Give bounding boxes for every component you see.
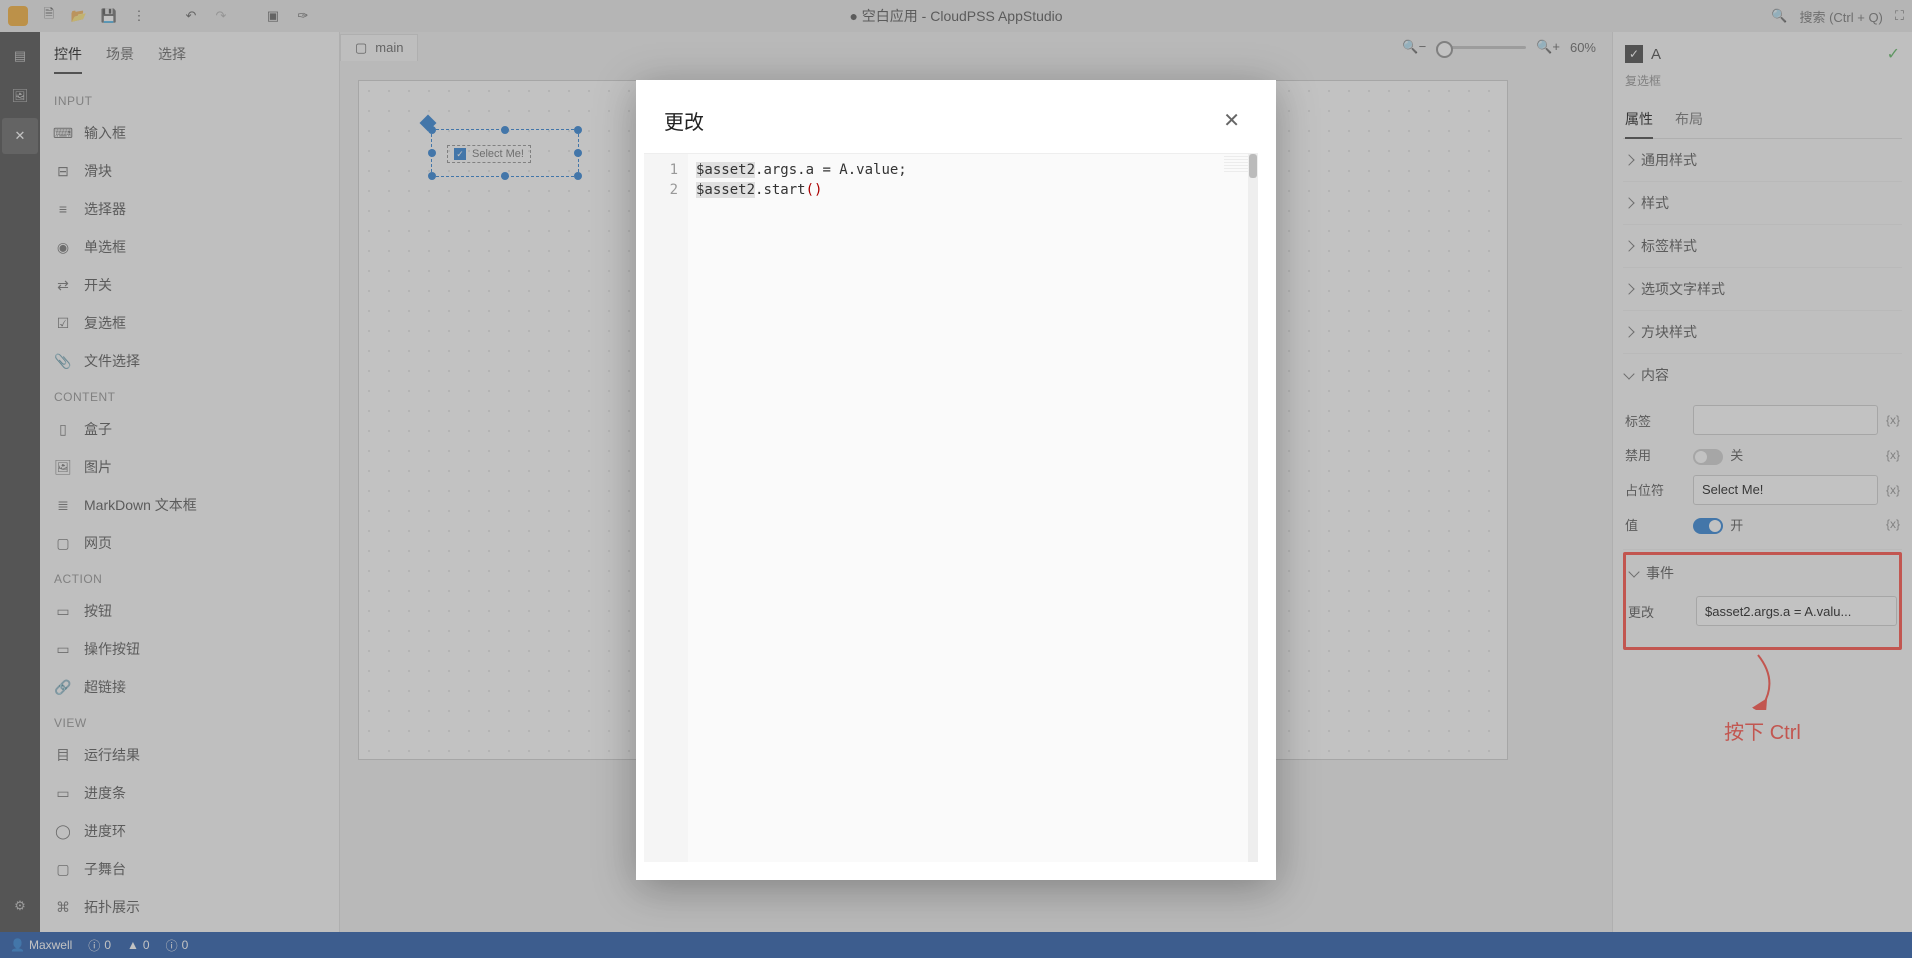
code-token: $asset2 bbox=[696, 162, 755, 178]
modal-overlay[interactable]: 更改 ✕ 12 $asset2.args.a = A.value; $asset… bbox=[0, 0, 1912, 958]
modal-close-button[interactable]: ✕ bbox=[1215, 104, 1248, 137]
code-token: $asset2 bbox=[696, 182, 755, 198]
modal-title: 更改 bbox=[664, 106, 704, 135]
line-gutter: 12 bbox=[644, 154, 688, 862]
code-editor-modal: 更改 ✕ 12 $asset2.args.a = A.value; $asset… bbox=[636, 80, 1276, 880]
editor-scrollbar[interactable] bbox=[1248, 154, 1258, 862]
code-content[interactable]: $asset2.args.a = A.value; $asset2.start(… bbox=[688, 154, 1258, 862]
code-token: () bbox=[806, 182, 823, 198]
code-editor[interactable]: 12 $asset2.args.a = A.value; $asset2.sta… bbox=[644, 153, 1258, 862]
code-token: .start bbox=[755, 182, 806, 198]
code-token: .args.a = A.value; bbox=[755, 162, 907, 178]
